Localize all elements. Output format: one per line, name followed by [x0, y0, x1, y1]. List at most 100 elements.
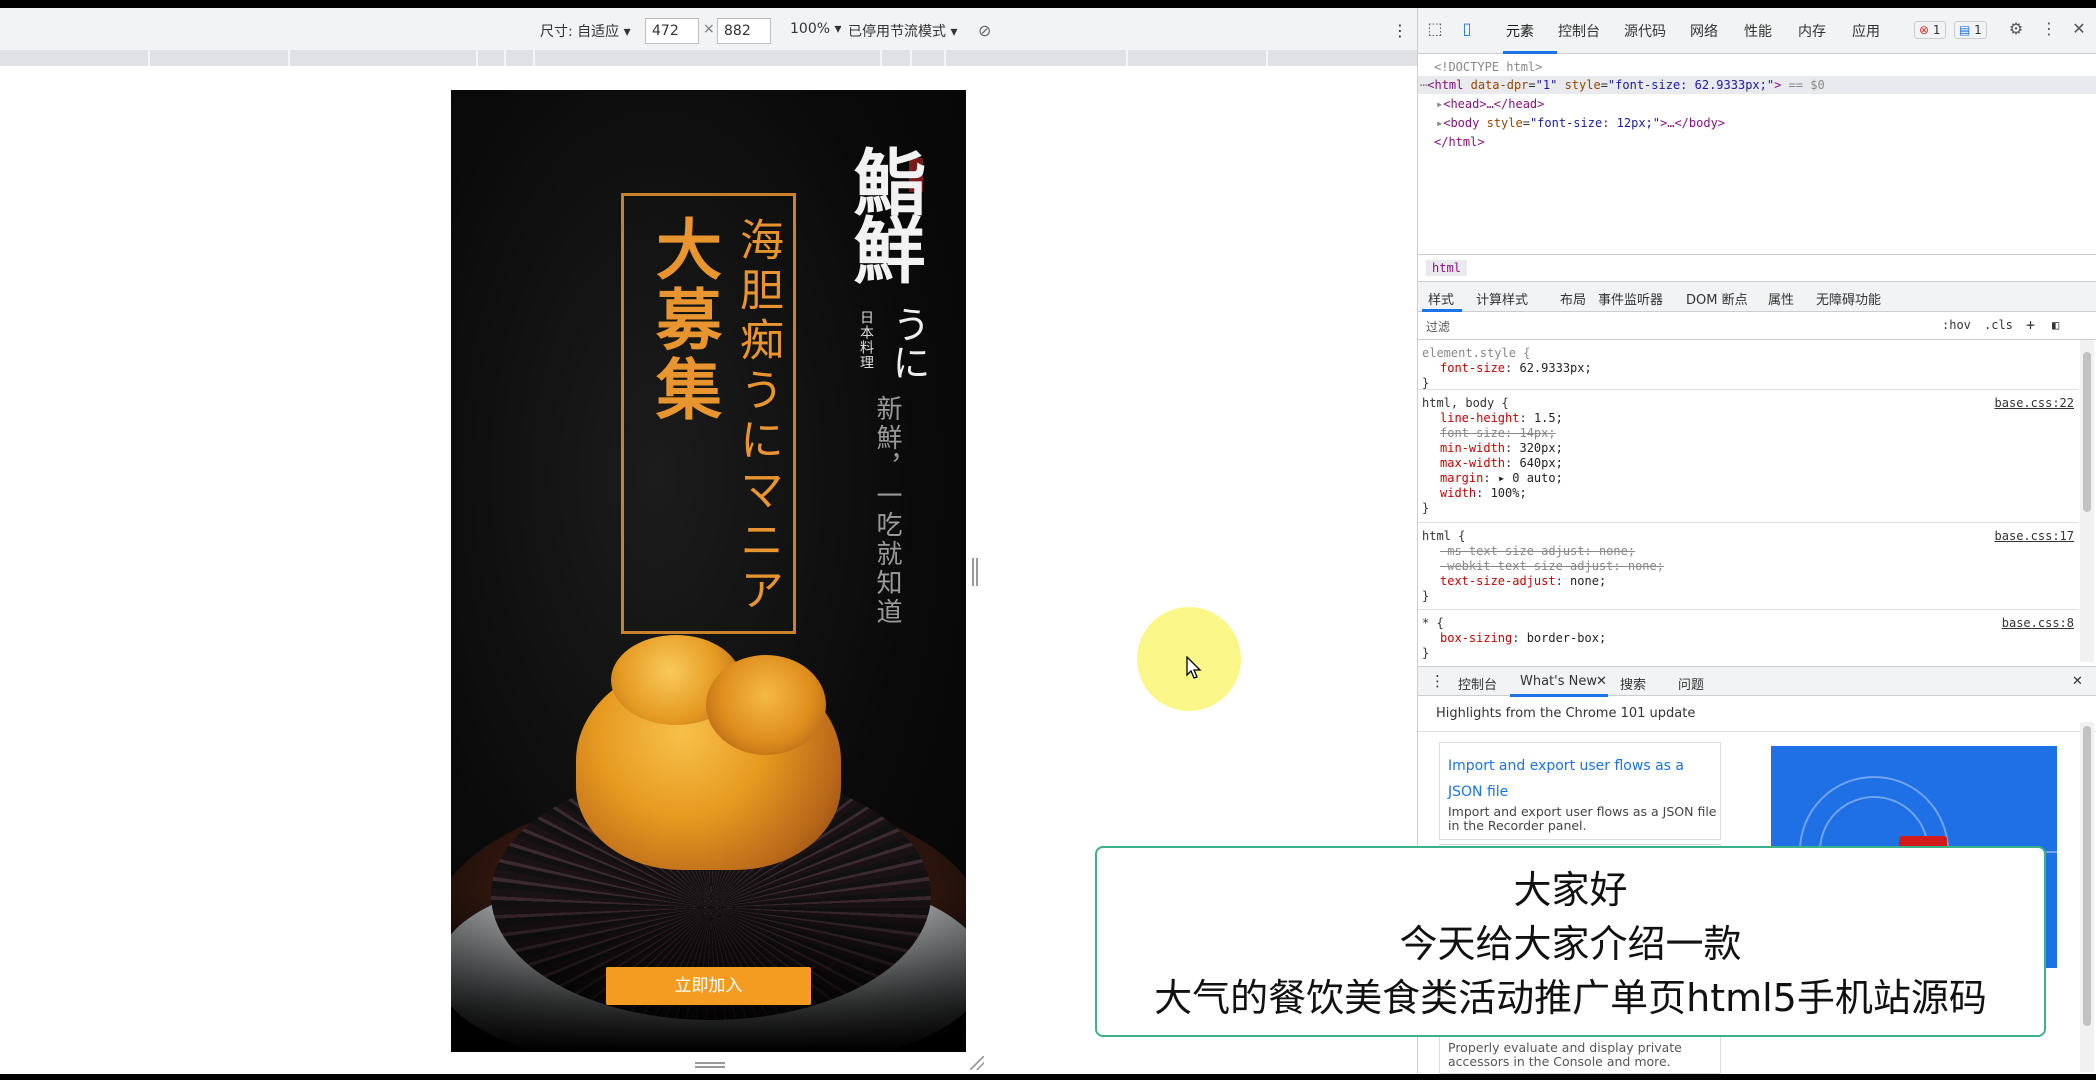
feature-card-title[interactable]: Import and export user flows as a JSON f…	[1448, 753, 1708, 805]
rule-source-link[interactable]: base.css:17	[1995, 529, 2074, 543]
brand-subtitle: 日本料理	[858, 310, 874, 370]
hov-toggle[interactable]: :hov	[1942, 318, 1971, 332]
rule-source-link[interactable]: base.css:8	[2002, 616, 2074, 630]
drawer-tab-whats-new[interactable]: What's New	[1520, 674, 1597, 689]
rule-property[interactable]: box-sizing: border-box;	[1440, 631, 1606, 645]
subtab-dom-breakpoints[interactable]: DOM 断点	[1686, 289, 1748, 308]
close-drawer-icon[interactable]: ✕	[2072, 674, 2083, 689]
css-rule: element.style { font-size: 62.9333px; }	[1418, 340, 2078, 390]
add-rule-icon[interactable]: +	[2026, 316, 2035, 334]
error-badge[interactable]: ⊗ 1	[1914, 21, 1946, 39]
viewport-resize-handle-bottom[interactable]	[695, 1062, 725, 1068]
styles-filter-bar: 过滤 :hov .cls + ◧	[1418, 312, 2096, 340]
rule-selector[interactable]: html, body {	[1422, 396, 1509, 410]
rule-source-link[interactable]: base.css:22	[1995, 396, 2074, 410]
dom-body-node[interactable]: ▸<body style="font-size: 12px;">…</body>	[1436, 116, 1725, 130]
rule-property[interactable]: font-size: 62.9333px;	[1440, 361, 1592, 375]
headline-big: 大募集	[645, 215, 723, 425]
rule-property[interactable]: width: 100%;	[1440, 486, 1527, 500]
rule-property[interactable]: text-size-adjust: none;	[1440, 574, 1606, 588]
breadcrumb: html	[1418, 254, 2096, 282]
close-devtools-icon[interactable]: ✕	[2070, 20, 2088, 38]
drawer-scrollbar[interactable]	[2080, 722, 2094, 1072]
devtools-tabs: ⬚ ▯ 元素 控制台 源代码 网络 性能 内存 应用 ⊗ 1 ▤ 1 ⚙ ⋮ ✕	[1418, 8, 2096, 54]
message-icon: ▤	[1959, 23, 1971, 37]
join-button[interactable]: 立即加入	[606, 967, 811, 1005]
drawer-menu-icon[interactable]: ⋮	[1430, 672, 1445, 690]
css-rule: * { base.css:8 box-sizing: border-box; }	[1418, 610, 2078, 662]
message-count: 1	[1974, 23, 1982, 37]
dom-doctype[interactable]: <!DOCTYPE html>	[1434, 60, 1542, 74]
tab-sources[interactable]: 源代码	[1624, 21, 1666, 41]
drawer-tab-console[interactable]: 控制台	[1458, 674, 1497, 693]
media-query-bar[interactable]	[0, 50, 1417, 66]
close-whats-new-icon[interactable]: ✕	[1596, 674, 1607, 689]
tab-application[interactable]: 应用	[1852, 21, 1880, 41]
device-toggle-icon[interactable]: ▯	[1458, 20, 1476, 38]
headline-sub: 海胆痴うにマニア	[732, 217, 783, 617]
times-sign: ×	[703, 21, 715, 37]
drawer-tab-search[interactable]: 搜索	[1620, 674, 1646, 693]
settings-gear-icon[interactable]: ⚙	[2007, 20, 2025, 38]
dom-head-node[interactable]: ▸<head>…</head>	[1436, 97, 1544, 111]
inspect-element-icon[interactable]: ⬚	[1426, 20, 1444, 38]
viewport-resize-corner[interactable]	[970, 1056, 984, 1070]
tab-network[interactable]: 网络	[1690, 21, 1718, 41]
rule-selector[interactable]: html {	[1422, 529, 1465, 543]
whats-new-title: Highlights from the Chrome 101 update	[1436, 706, 1696, 721]
rule-property-overridden[interactable]: -ms-text-size-adjust: none;	[1440, 544, 1635, 558]
more-options-icon[interactable]: ⋮	[1392, 21, 1408, 40]
subtitle-line-1: 大家好	[1513, 868, 1628, 912]
subtab-computed[interactable]: 计算样式	[1476, 289, 1528, 308]
dimensions-label: 尺寸: 自适应	[540, 24, 620, 40]
styles-subtabs: 样式 计算样式 布局 事件监听器 DOM 断点 属性 无障碍功能	[1418, 282, 2096, 312]
zoom-dropdown[interactable]: 100% ▾	[790, 21, 842, 37]
cls-toggle[interactable]: .cls	[1984, 318, 2013, 332]
bottom-black-bar	[0, 1074, 2096, 1080]
subtitle-line-3: 大气的餐饮美食类活动推广单页html5手机站源码	[1154, 976, 1987, 1020]
computed-sidebar-icon[interactable]: ◧	[2052, 318, 2059, 332]
feature-card-desc: Import and export user flows as a JSON f…	[1448, 804, 1717, 833]
rule-property-overridden[interactable]: font-size: 14px;	[1440, 426, 1556, 440]
devtools-more-icon[interactable]: ⋮	[2040, 20, 2058, 38]
subtab-layout[interactable]: 布局	[1560, 289, 1586, 308]
subtab-styles[interactable]: 样式	[1428, 289, 1454, 308]
subtab-properties[interactable]: 属性	[1768, 289, 1794, 308]
rule-property-overridden[interactable]: -webkit-text-size-adjust: none;	[1440, 559, 1664, 573]
rotate-icon[interactable]: ⊘	[978, 21, 991, 40]
rule-property[interactable]: margin: ▸ 0 auto;	[1440, 471, 1563, 485]
tab-memory[interactable]: 内存	[1798, 21, 1826, 41]
rule-close: }	[1422, 376, 1430, 390]
rule-selector[interactable]: element.style {	[1422, 346, 1530, 360]
rule-property[interactable]: max-width: 640px;	[1440, 456, 1563, 470]
throttle-dropdown[interactable]: 已停用节流模式 ▾	[848, 21, 957, 41]
dom-attr-value: "1"	[1535, 78, 1558, 92]
tab-elements[interactable]: 元素	[1506, 21, 1534, 41]
subtab-event-listeners[interactable]: 事件监听器	[1598, 289, 1663, 308]
message-badge[interactable]: ▤ 1	[1954, 21, 1987, 39]
breadcrumb-html[interactable]: html	[1426, 260, 1467, 276]
drawer-tab-issues[interactable]: 问题	[1678, 674, 1704, 693]
dom-html-node[interactable]: ⋯<html data-dpr="1" style="font-size: 62…	[1420, 78, 1825, 92]
feature-card[interactable]: Import and export user flows as a JSON f…	[1439, 742, 1721, 840]
screen: 尺寸: 自适应 ▾ × 100% ▾ 已停用节流模式 ▾ ⊘ ⋮ 大募集 海胆痴…	[0, 0, 2096, 1080]
rule-property[interactable]: line-height: 1.5;	[1440, 411, 1563, 425]
styles-filter-input[interactable]: 过滤	[1426, 318, 1450, 335]
whats-new-header: Highlights from the Chrome 101 update	[1418, 696, 2096, 732]
tab-console[interactable]: 控制台	[1558, 21, 1600, 41]
dom-attr-name: style	[1564, 78, 1601, 92]
tab-performance[interactable]: 性能	[1744, 21, 1772, 41]
dom-tree: <!DOCTYPE html> ⋯<html data-dpr="1" styl…	[1418, 54, 2096, 254]
viewport-resize-handle-right[interactable]	[972, 558, 978, 586]
dimensions-dropdown[interactable]: 尺寸: 自适应 ▾	[540, 21, 631, 41]
dom-html-close[interactable]: </html>	[1434, 135, 1485, 149]
mobile-page: 大募集 海胆痴うにマニア 鮨鮮 日本料理 うに 新鮮，一吃就知道 立即加入	[451, 90, 966, 1052]
top-black-bar	[0, 0, 2096, 8]
width-input[interactable]	[645, 18, 699, 44]
dom-body-suffix: >…</body>	[1660, 116, 1726, 130]
rule-selector[interactable]: * {	[1422, 616, 1444, 630]
styles-scrollbar[interactable]	[2080, 340, 2094, 662]
subtab-accessibility[interactable]: 无障碍功能	[1816, 289, 1881, 308]
rule-property[interactable]: min-width: 320px;	[1440, 441, 1563, 455]
height-input[interactable]	[717, 18, 771, 44]
